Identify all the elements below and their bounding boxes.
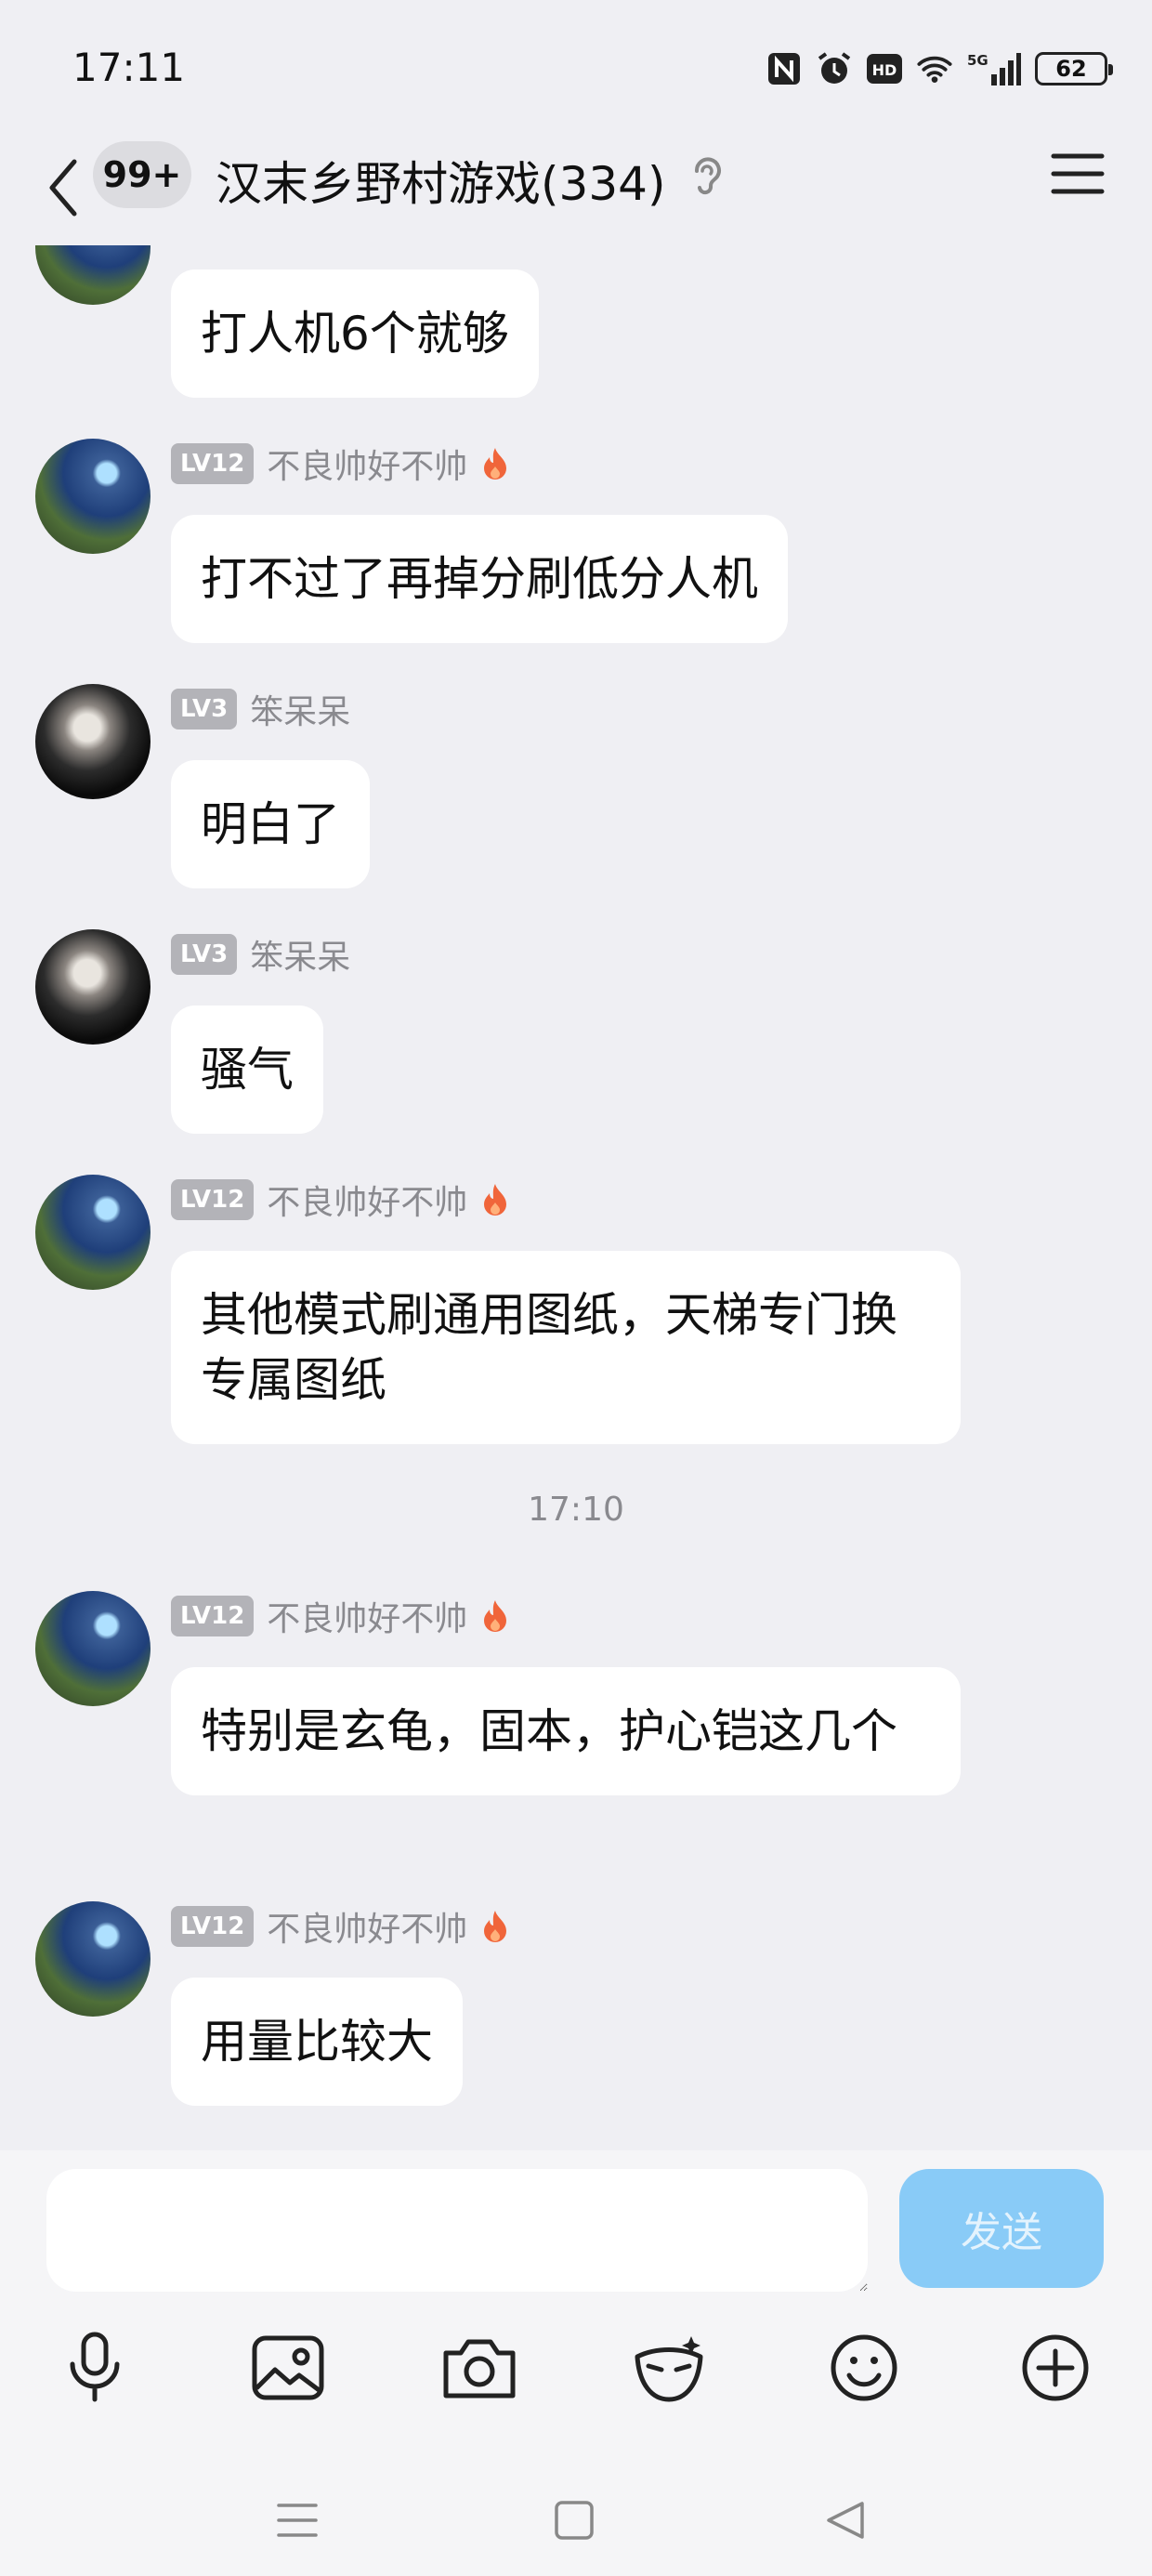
microphone-icon[interactable] <box>50 2323 139 2412</box>
emoji-icon[interactable] <box>819 2323 909 2412</box>
recent-apps-button[interactable] <box>260 2483 334 2557</box>
sender-line: LV12 不良帅好不帅 <box>171 1904 510 1949</box>
message-bubble[interactable]: 其他模式刷通用图纸，天梯专门换专属图纸 <box>171 1251 961 1444</box>
fire-icon <box>484 1600 507 1632</box>
avatar[interactable] <box>35 684 151 799</box>
status-icons: HD 5G 62 <box>766 46 1113 91</box>
message-bubble[interactable]: 用量比较大 <box>171 1978 463 2106</box>
page-title[interactable]: 汉末乡野村游戏(334) <box>216 147 665 214</box>
level-badge: LV12 <box>171 443 255 484</box>
menu-icon[interactable] <box>1050 149 1106 199</box>
nfc-icon <box>766 50 803 87</box>
message-bubble[interactable]: 打人机6个就够 <box>171 269 539 398</box>
back-nav-button[interactable] <box>808 2483 883 2557</box>
message-list[interactable]: 打人机6个就够 LV12 不良帅好不帅 打不过了再掉分刷低分人机 LV3 笨呆呆… <box>0 245 1152 2150</box>
camera-icon[interactable] <box>435 2323 524 2412</box>
avatar[interactable] <box>35 439 151 554</box>
message-input[interactable] <box>46 2169 868 2292</box>
level-badge: LV12 <box>171 1596 255 1636</box>
sender-line: LV12 不良帅好不帅 <box>171 441 510 486</box>
level-badge: LV12 <box>171 1906 255 1947</box>
message-bubble[interactable]: 特别是玄龟，固本，护心铠这几个 <box>171 1667 961 1795</box>
wifi-icon <box>916 50 953 87</box>
fire-icon <box>484 1911 507 1942</box>
image-icon[interactable] <box>243 2323 333 2412</box>
message-bubble[interactable]: 骚气 <box>171 1005 323 1134</box>
triangle-back-icon <box>827 2502 864 2539</box>
avatar[interactable] <box>35 1175 151 1290</box>
message-bubble[interactable]: 明白了 <box>171 760 370 888</box>
avatar[interactable] <box>35 929 151 1045</box>
fire-icon <box>484 1184 507 1216</box>
level-badge: LV3 <box>171 689 238 729</box>
message-bubble[interactable]: 打不过了再掉分刷低分人机 <box>171 515 788 643</box>
battery-level: 62 <box>1055 56 1087 82</box>
level-badge: LV12 <box>171 1179 255 1220</box>
system-navigation-bar <box>0 2461 1152 2576</box>
sender-name[interactable]: 不良帅好不帅 <box>267 1592 467 1640</box>
back-button[interactable] <box>35 149 91 227</box>
square-icon <box>555 2501 594 2540</box>
svg-text:HD: HD <box>872 61 897 79</box>
level-badge: LV3 <box>171 934 238 975</box>
sender-line: LV3 笨呆呆 <box>171 932 350 977</box>
sender-name[interactable]: 不良帅好不帅 <box>267 440 467 488</box>
sender-name[interactable]: 笨呆呆 <box>250 685 350 733</box>
hd-icon: HD <box>866 50 903 87</box>
sender-name[interactable]: 不良帅好不帅 <box>267 1902 467 1951</box>
plus-icon[interactable] <box>1011 2323 1100 2412</box>
avatar[interactable] <box>35 1591 151 1706</box>
sender-line: LV3 笨呆呆 <box>171 687 350 731</box>
avatar[interactable] <box>35 245 151 305</box>
status-bar: 17:11 HD 5G 62 <box>0 0 1152 130</box>
svg-text:5G: 5G <box>967 52 988 69</box>
status-time: 17:11 <box>72 45 186 90</box>
home-button[interactable] <box>537 2483 611 2557</box>
chevron-left-icon <box>49 159 77 217</box>
ear-icon[interactable] <box>686 152 727 197</box>
send-button[interactable]: 发送 <box>899 2169 1104 2288</box>
composer: 发送 <box>0 2150 1152 2576</box>
avatar[interactable] <box>35 1901 151 2017</box>
menu-lines-icon <box>277 2504 318 2537</box>
battery-indicator: 62 <box>1035 52 1113 85</box>
timestamp: 17:10 <box>528 1491 624 1529</box>
sender-name[interactable]: 笨呆呆 <box>250 930 350 979</box>
signal-5g-icon: 5G <box>966 50 1022 87</box>
sender-name[interactable]: 不良帅好不帅 <box>267 1176 467 1224</box>
fire-icon <box>484 448 507 480</box>
alarm-icon <box>816 50 853 87</box>
unread-badge[interactable]: 99+ <box>93 141 191 208</box>
composer-toolbar <box>0 2323 1152 2425</box>
mask-icon[interactable] <box>624 2323 713 2412</box>
sender-line: LV12 不良帅好不帅 <box>171 1594 510 1638</box>
sender-line: LV12 不良帅好不帅 <box>171 1177 510 1222</box>
